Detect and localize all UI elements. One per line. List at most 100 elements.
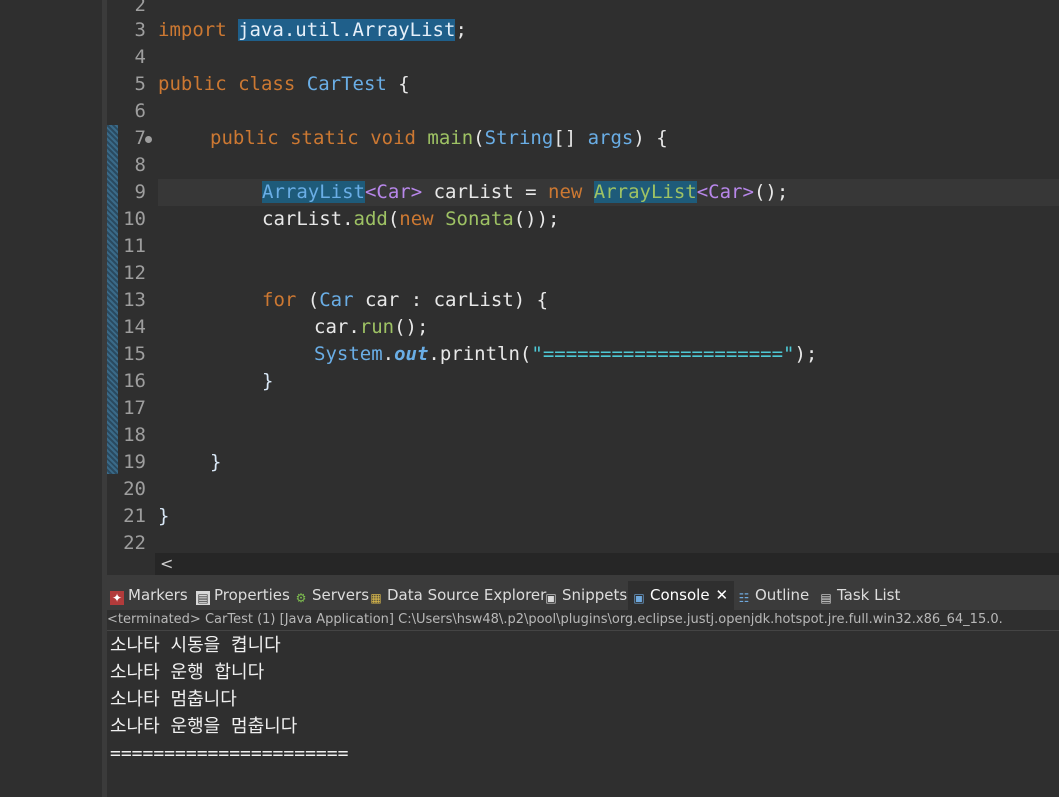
line-number-ruler: 2 3 4 5 6 7 8 9 10 11 12 13 14 15 16 17 … [118,0,152,554]
code-line-21: } [158,505,170,527]
line-number: 6 [134,100,146,122]
console-line: 소나타 시동을 켭니다 [110,635,281,656]
scroll-left-icon[interactable]: < [160,554,173,573]
task-list-icon: ▤ [820,591,832,605]
keyword: public [158,73,227,95]
keyword: public [210,127,279,149]
type-occurrence: ArrayList [593,181,697,203]
tab-label: Task List [837,586,901,604]
class-name: System [314,343,383,365]
type-name: String [484,127,554,149]
keyword: new [399,208,434,230]
line-number: 14 [123,316,146,338]
fold-marker-icon[interactable] [145,136,152,143]
method-name: add [353,208,388,230]
line-number: 7 [134,127,146,149]
punctuation: ; [455,19,467,41]
tab-label: Console [650,586,710,604]
line-number: 17 [123,397,146,419]
line-number: 21 [123,505,146,527]
left-panel [0,0,102,797]
class-name: Sonata [445,208,514,230]
line-number: 13 [123,289,146,311]
tab-label: Outline [755,586,810,604]
tab-label: Data Source Explorer [387,586,547,604]
method-call: .println( [428,343,532,365]
punctuation: ()); [513,208,560,230]
line-number: 4 [134,46,146,68]
static-field: out [394,343,429,365]
punctuation: ( [473,127,485,149]
punctuation: [] [553,127,577,149]
punctuation: ) { [633,127,668,149]
tab-task-list[interactable]: ▤ Task List [819,581,900,610]
line-number: 16 [123,370,146,392]
servers-icon: ⚙ [295,591,307,605]
tab-label: Servers [312,586,370,604]
keyword: import [158,19,227,41]
line-number: 12 [123,262,146,284]
line-number: 22 [123,532,146,554]
console-line: 소나타 운행 합니다 [110,662,265,683]
variable-decl: carList = [422,181,548,203]
punctuation: { [398,73,410,95]
identifier: car. [314,316,360,338]
tab-label: Markers [128,586,188,604]
close-icon[interactable]: ✕ [716,586,729,604]
selected-text: java.util.ArrayList [238,19,456,41]
code-line-13: for (Car car : carList) { [262,287,548,314]
outline-icon: ☷ [738,591,750,605]
keyword: class [238,73,296,95]
generic-type: <Car> [696,181,754,203]
console-line: 소나타 운행을 멈춥니다 [110,716,298,737]
line-number: 3 [134,19,146,41]
snippets-icon: ▣ [545,591,557,605]
tab-markers[interactable]: ✦ Markers [110,581,188,610]
line-number: 19 [123,451,146,473]
console-icon: ▣ [633,591,645,605]
code-line-5: public class CarTest { [158,71,410,98]
tab-label: Snippets [562,586,628,604]
code-line-16: } [262,370,274,392]
tab-outline[interactable]: ☷ Outline [737,581,810,610]
keyword: static [290,127,359,149]
change-ruler [107,125,118,474]
tab-label: Properties [214,586,290,604]
line-number: 9 [134,181,146,203]
method-name: main [427,127,474,149]
code-line-19: } [210,451,222,473]
horizontal-scrollbar[interactable]: < [155,553,1059,575]
console-view[interactable]: <terminated> CarTest (1) [Java Applicati… [107,610,1059,797]
line-number: 10 [123,208,146,230]
punctuation: (); [394,316,429,338]
code-line-7: public static void main(String[] args) { [210,125,668,152]
punctuation: ( [387,208,400,230]
markers-icon: ✦ [110,591,124,605]
tab-snippets[interactable]: ▣ Snippets [544,581,627,610]
code-line-9: ArrayList<Car> carList = new ArrayList<C… [262,179,788,206]
line-number: 5 [134,73,146,95]
code-line-3: import java.util.ArrayList; [158,17,467,44]
code-area[interactable]: import java.util.ArrayList; public class… [158,0,1059,553]
method-name: run [359,316,395,338]
tab-properties[interactable]: ▤ Properties [196,581,290,610]
code-line-14: car.run(); [314,314,428,341]
punctuation: ); [794,343,818,365]
console-line: 소나타 멈춥니다 [110,689,237,710]
line-number: 18 [123,424,146,446]
keyword: for [262,289,297,311]
string-literal: "=====================" [531,343,795,365]
keyword: void [370,127,416,149]
identifier: car : carList) { [353,289,549,311]
line-number: 8 [134,154,146,176]
console-line: ====================== [110,743,349,764]
code-line-10: carList.add(new Sonata()); [262,206,559,233]
properties-icon: ▤ [196,591,210,605]
tab-data-source-explorer[interactable]: ▦ Data Source Explorer [369,581,546,610]
line-number: 15 [123,343,146,365]
line-number: 11 [123,235,146,257]
tab-servers[interactable]: ⚙ Servers [294,581,369,610]
generic-type: <Car> [364,181,423,203]
punctuation: ( [296,289,320,311]
tab-console[interactable]: ▣ Console ✕ [628,581,735,610]
